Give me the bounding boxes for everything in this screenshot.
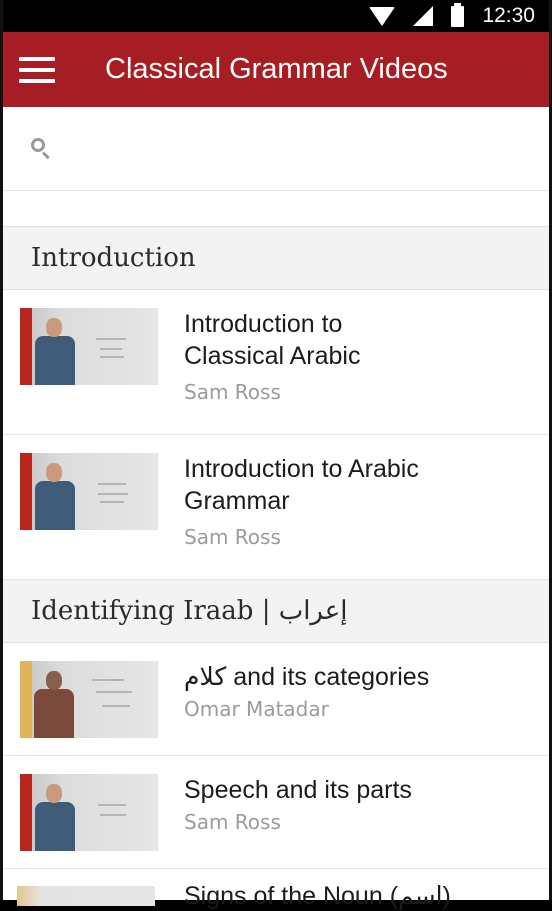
search-input[interactable] — [67, 128, 549, 169]
section-header-identifying-iraab: Identifying Iraab | إعراب — [3, 580, 549, 643]
video-thumbnail — [20, 453, 158, 530]
phone-screen: 12:30 Classical Grammar Videos Introduct… — [0, 0, 552, 900]
video-title: كلام and its categories — [184, 663, 430, 691]
app-bar: Classical Grammar Videos — [3, 32, 549, 107]
video-author: Omar Matadar — [184, 697, 329, 721]
status-time: 12:30 — [482, 4, 535, 27]
divider — [3, 191, 549, 227]
video-title: Introduction to Classical Arabic — [184, 310, 361, 370]
video-thumbnail — [20, 774, 158, 851]
video-title-partial[interactable]: Signs of the Noun (اسم) — [184, 881, 451, 911]
video-thumbnail — [20, 308, 158, 385]
video-item[interactable]: كلام and its categories Omar Matadar — [3, 643, 549, 756]
video-author: Sam Ross — [184, 525, 281, 549]
video-item[interactable]: Speech and its parts Sam Ross — [3, 756, 549, 869]
battery-icon — [451, 2, 465, 27]
video-thumbnail-partial — [17, 886, 155, 906]
status-bar: 12:30 — [3, 0, 549, 32]
video-author: Sam Ross — [184, 380, 281, 404]
app-title: Classical Grammar Videos — [105, 53, 448, 85]
video-title: Speech and its parts — [184, 776, 412, 804]
video-thumbnail — [20, 661, 158, 738]
search-bar[interactable] — [3, 107, 549, 191]
section-header-introduction: Introduction — [3, 227, 549, 290]
signal-icon — [413, 6, 434, 26]
search-icon — [31, 137, 53, 160]
video-item[interactable]: Introduction to Arabic Grammar Sam Ross — [3, 435, 549, 580]
wifi-icon — [369, 6, 396, 26]
video-title: Introduction to Arabic Grammar — [184, 455, 419, 515]
video-author: Sam Ross — [184, 810, 281, 834]
menu-icon[interactable] — [3, 32, 71, 107]
video-item[interactable]: Introduction to Classical Arabic Sam Ros… — [3, 290, 549, 435]
